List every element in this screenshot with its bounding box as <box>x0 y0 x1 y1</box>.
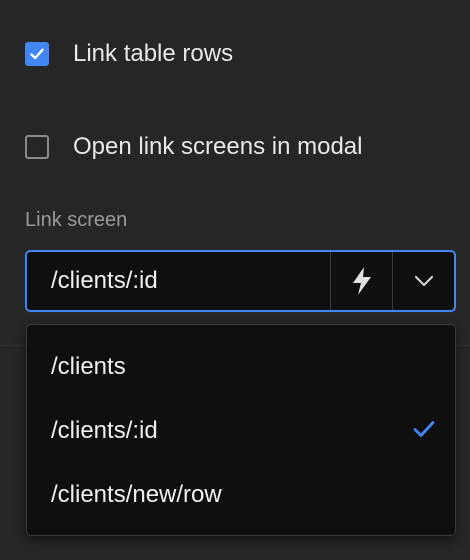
chevron-down-icon <box>414 275 433 287</box>
link-table-rows-label: Link table rows <box>73 40 234 67</box>
checkmark-icon <box>30 48 44 60</box>
link-table-rows-checkbox-row[interactable]: Link table rows <box>25 40 233 68</box>
link-screen-label: Link screen <box>25 209 128 231</box>
expand-dropdown-button[interactable] <box>392 252 454 310</box>
link-table-rows-checkbox[interactable] <box>25 42 49 66</box>
link-screen-select[interactable]: /clients/:id <box>25 250 456 312</box>
link-screen-dropdown: /clients /clients/:id /clients/new/row <box>26 324 456 536</box>
link-settings-panel: Link table rows Open link screens in mod… <box>0 0 470 560</box>
option-label: /clients <box>51 353 126 380</box>
lightning-icon <box>352 267 371 295</box>
option-label: /clients/:id <box>51 417 158 444</box>
option-label: /clients/new/row <box>51 481 222 508</box>
dropdown-option-clients-id[interactable]: /clients/:id <box>27 399 455 463</box>
selected-check-icon <box>413 417 435 445</box>
dropdown-option-clients[interactable]: /clients <box>27 335 455 399</box>
binding-button[interactable] <box>330 252 392 310</box>
open-in-modal-checkbox[interactable] <box>25 135 49 159</box>
link-screen-value[interactable]: /clients/:id <box>27 252 330 310</box>
dropdown-option-clients-new-row[interactable]: /clients/new/row <box>27 463 455 527</box>
open-in-modal-label: Open link screens in modal <box>73 133 363 160</box>
open-in-modal-checkbox-row[interactable]: Open link screens in modal <box>25 133 362 161</box>
